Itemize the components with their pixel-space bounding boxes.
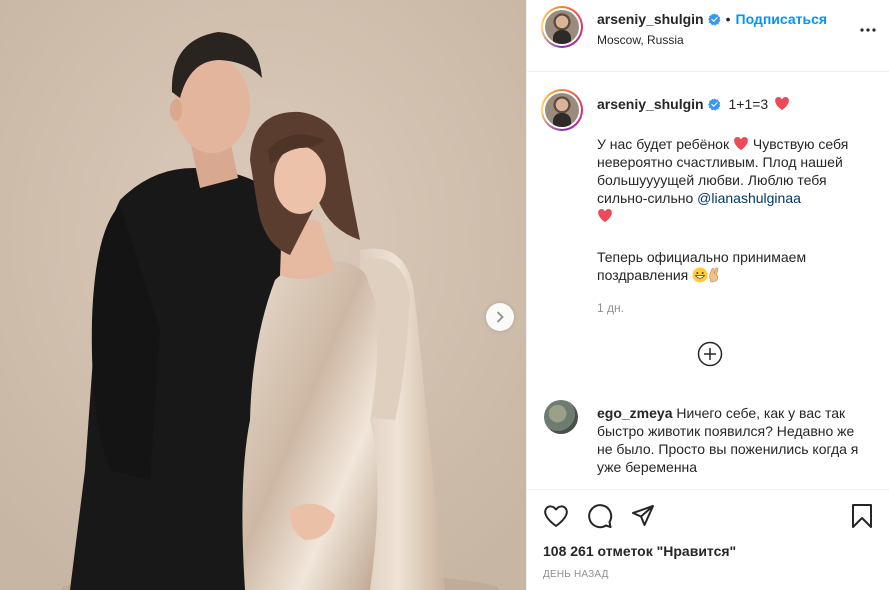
- post-photo[interactable]: [0, 0, 526, 590]
- caption-title: 1+1=3: [728, 96, 769, 112]
- ellipsis-icon[interactable]: [860, 28, 876, 32]
- instagram-post: arseniy_shulgin • Подписаться Moscow, Russ…: [0, 0, 889, 590]
- author-line: arseniy_shulgin • Подписаться: [597, 11, 827, 29]
- post-header: arseniy_shulgin • Подписаться Moscow, Russ…: [527, 0, 889, 72]
- separator-dot: •: [725, 11, 731, 27]
- next-photo-button[interactable]: [486, 303, 514, 331]
- red-heart-emoji: [598, 209, 612, 222]
- couple-photo: [0, 0, 526, 590]
- red-heart-emoji: [775, 97, 789, 110]
- crossed-fingers-emoji: [709, 267, 719, 283]
- post-date[interactable]: ДЕНЬ НАЗАД: [543, 569, 609, 580]
- grinning-emoji: [692, 267, 708, 283]
- caption-author-avatar[interactable]: [541, 89, 583, 131]
- verified-badge-icon: [707, 13, 720, 26]
- caption-line1: У нас будет ребёнок: [597, 136, 730, 152]
- caption-time[interactable]: 1 дн.: [597, 301, 624, 315]
- red-heart-emoji: [734, 137, 748, 150]
- chevron-right-icon: [497, 311, 504, 323]
- commenter-avatar[interactable]: [544, 400, 578, 434]
- bookmark-icon[interactable]: [851, 503, 873, 529]
- verified-badge-icon: [707, 98, 720, 111]
- heart-outline-icon[interactable]: [543, 504, 569, 528]
- post-location[interactable]: Moscow, Russia: [597, 33, 684, 47]
- comment-item: ego_zmeya Ничего себе, как у вас так быс…: [597, 404, 865, 476]
- caption-mention-link[interactable]: @lianashulginaa: [697, 190, 801, 206]
- paper-plane-icon[interactable]: [631, 504, 655, 528]
- commenter-username[interactable]: ego_zmeya: [597, 405, 672, 421]
- author-avatar[interactable]: [541, 6, 583, 48]
- plus-circle-icon[interactable]: [697, 341, 723, 367]
- caption-body: У нас будет ребёнок Чувствую себя неверо…: [597, 135, 859, 225]
- comments-section[interactable]: arseniy_shulgin 1+1=3 У нас будет ребёно…: [527, 73, 889, 489]
- caption-congrats: Теперь официально принимаем поздравления: [597, 248, 847, 284]
- comment-bubble-icon[interactable]: [587, 503, 613, 529]
- post-actions: 108 261 отметок "Нравится" ДЕНЬ НАЗАД: [527, 489, 889, 590]
- follow-button[interactable]: Подписаться: [736, 11, 828, 27]
- caption-header: arseniy_shulgin 1+1=3: [597, 95, 790, 113]
- caption-username[interactable]: arseniy_shulgin: [597, 96, 704, 112]
- likes-count[interactable]: 108 261 отметок "Нравится": [543, 543, 736, 559]
- post-sidebar: arseniy_shulgin • Подписаться Moscow, Russ…: [526, 0, 889, 590]
- author-username[interactable]: arseniy_shulgin: [597, 11, 704, 27]
